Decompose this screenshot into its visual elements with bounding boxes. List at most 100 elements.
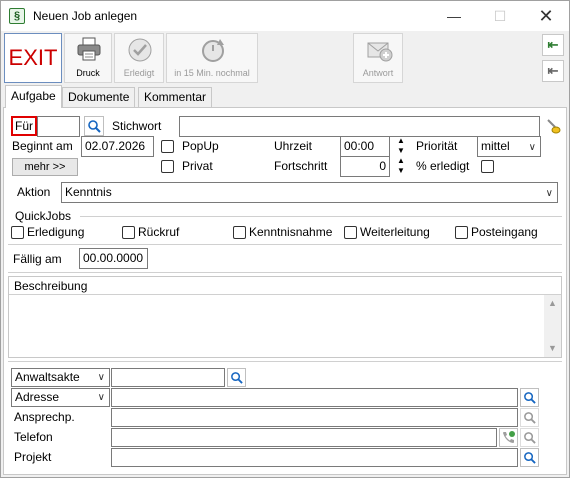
druck-button[interactable]: Druck [64,33,112,83]
erledigt-checkbox[interactable] [481,160,494,173]
app-icon: § [9,8,25,24]
tab-aufgabe[interactable]: Aufgabe [5,85,62,108]
quickjob-rueckruf-checkbox[interactable] [122,226,135,239]
bottom-divider [8,361,562,362]
adresse-label: Adresse [15,390,60,404]
projekt-label: Projekt [14,450,52,464]
popup-checkbox[interactable] [161,140,174,153]
spin-down-icon: ▼ [397,166,405,175]
telefon-search-button[interactable] [520,428,539,447]
search-icon [524,432,536,444]
quickjob-rueckruf-label: Rückruf [138,225,180,239]
tab-kommentar[interactable]: Kommentar [138,87,213,107]
quickjobs-divider [80,216,562,217]
faellig-divider [8,244,562,245]
adresse-input[interactable] [111,388,518,407]
exit-button[interactable]: EXIT [4,33,62,83]
quickjob-kenntnisnahme-label: Kenntnisnahme [249,225,333,239]
arrow-left-bar-gray-icon: ⇤ [547,63,559,78]
scroll-up-icon[interactable]: ▲ [548,298,557,308]
brush-button[interactable] [544,117,562,135]
erledigt-prozent-label: % erledigt [416,159,470,173]
projekt-input[interactable] [111,448,518,467]
quickjob-weiterleitung-label: Weiterleitung [360,225,430,239]
chevron-down-icon: ∨ [545,188,553,199]
snooze-label: in 15 Min. nochmal [174,68,250,78]
aufgabe-panel: Für Stichwort Beginnt am 02.07.2026 PopU… [3,107,567,475]
uhrzeit-spinner[interactable]: ▲ ▼ [393,136,409,157]
nav-back-button[interactable]: ⇤ [542,60,564,82]
fortschritt-input[interactable]: 0 [340,156,390,177]
telefon-input[interactable] [111,428,497,447]
quickjob-kenntnisnahme-checkbox[interactable] [233,226,246,239]
close-button[interactable]: ✕ [523,1,569,31]
privat-checkbox[interactable] [161,160,174,173]
anwaltsakte-search-button[interactable] [227,368,246,387]
projekt-search-button[interactable] [520,448,539,467]
beschreibung-divider [9,294,561,295]
antwort-button[interactable]: Antwort [353,33,403,83]
minimize-button[interactable]: — [431,1,477,31]
nav-forward-button[interactable]: ⇤ [542,34,564,56]
prioritaet-value: mittel [481,139,510,153]
quickjobs-bottom-divider [8,272,562,273]
beschreibung-scrollbar[interactable]: ▲ ▼ [544,295,561,357]
beginnt-input[interactable]: 02.07.2026 [81,136,154,157]
prioritaet-select[interactable]: mittel ∨ [477,136,541,157]
telefon-label: Telefon [14,430,53,444]
clock-refresh-icon [202,39,224,62]
beschreibung-title: Beschreibung [14,279,88,293]
erledigt-label: Erledigt [123,68,155,78]
fortschritt-spinner[interactable]: ▲ ▼ [393,156,409,177]
anwaltsakte-select[interactable]: Anwaltsakte ∨ [11,368,110,387]
aktion-value: Kenntnis [65,185,112,199]
anwaltsakte-input[interactable] [111,368,225,387]
stichwort-label: Stichwort [112,119,162,133]
popup-label: PopUp [182,139,219,153]
fuer-label-box: Für [11,116,37,136]
quickjobs-title: QuickJobs [15,209,72,223]
spin-up-icon: ▲ [397,156,405,165]
telefon-call-button[interactable] [499,428,518,447]
mehr-button[interactable]: mehr >> [12,158,78,176]
uhrzeit-label: Uhrzeit [274,139,313,153]
tab-dokumente[interactable]: Dokumente [62,87,136,107]
maximize-button[interactable]: ☐ [477,1,523,31]
paint-brush-icon [547,119,561,134]
fuer-input[interactable] [37,116,80,137]
beginnt-label: Beginnt am [12,139,73,153]
search-icon [88,120,101,133]
checkmark-icon [128,38,152,62]
spin-down-icon: ▼ [397,146,405,155]
beschreibung-textarea[interactable] [11,296,542,356]
quickjob-posteingang-checkbox[interactable] [455,226,468,239]
printer-icon [77,37,101,61]
uhrzeit-input[interactable]: 00:00 [340,136,390,157]
quickjob-weiterleitung-checkbox[interactable] [344,226,357,239]
erledigt-button[interactable]: Erledigt [114,33,164,83]
snooze-button[interactable]: in 15 Min. nochmal [166,33,258,83]
scroll-down-icon[interactable]: ▼ [548,343,557,353]
beschreibung-box: Beschreibung ▲ ▼ [8,276,562,358]
prioritaet-label: Priorität [416,139,458,153]
fuer-search-button[interactable] [84,116,104,136]
title-bar: § Neuen Job anlegen — ☐ ✕ [1,1,569,31]
phone-icon [503,431,515,443]
chevron-down-icon: ∨ [97,372,105,383]
arrow-left-bar-icon: ⇤ [547,37,559,52]
search-icon [524,412,536,424]
stichwort-input[interactable] [179,116,540,137]
adresse-search-button[interactable] [520,388,539,407]
quickjob-posteingang-label: Posteingang [471,225,538,239]
quickjob-erledigung-checkbox[interactable] [11,226,24,239]
aktion-select[interactable]: Kenntnis ∨ [61,182,558,203]
antwort-label: Antwort [362,68,394,78]
anwaltsakte-label: Anwaltsakte [15,370,80,384]
ansprechp-input[interactable] [111,408,518,427]
ansprechp-label: Ansprechp. [14,410,75,424]
quickjob-erledigung-label: Erledigung [27,225,85,239]
ansprechp-search-button[interactable] [520,408,539,427]
adresse-select[interactable]: Adresse ∨ [11,388,110,407]
chevron-down-icon: ∨ [528,142,536,153]
faellig-input[interactable]: 00.00.0000 [79,248,148,269]
